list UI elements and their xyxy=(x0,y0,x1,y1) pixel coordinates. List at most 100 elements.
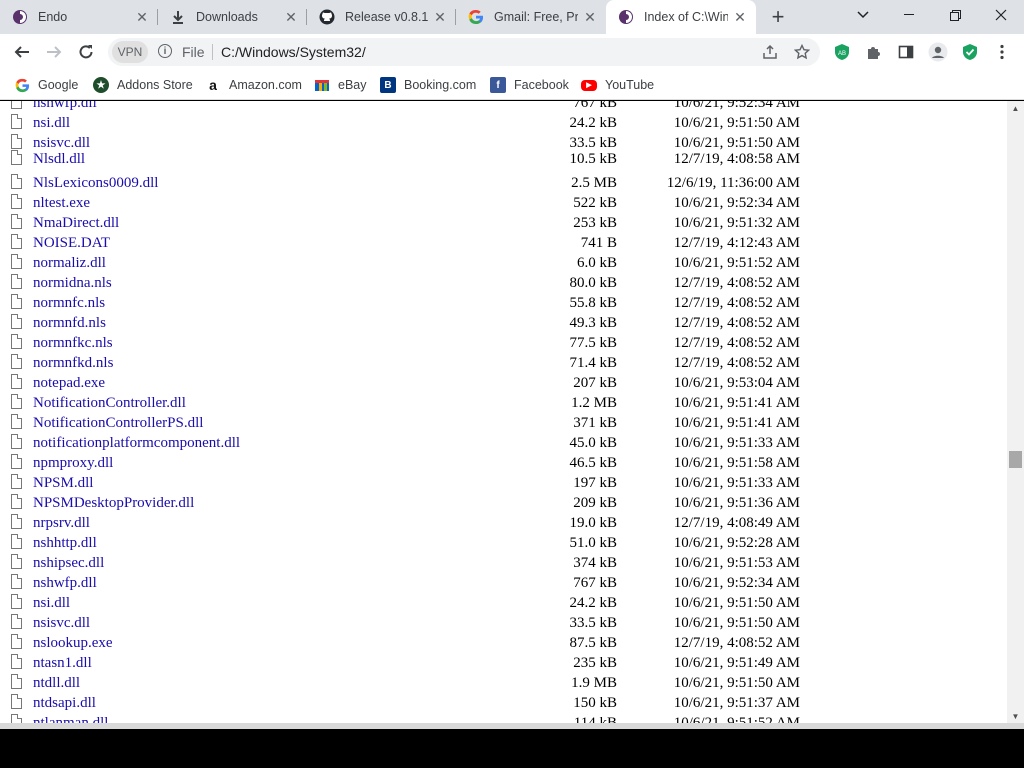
file-icon xyxy=(11,214,22,229)
forward-button[interactable] xyxy=(40,38,68,66)
file-name-link[interactable]: NOISE.DAT xyxy=(33,235,110,252)
file-name-link[interactable]: ntasn1.dll xyxy=(33,655,92,672)
file-size: 1.9 MB xyxy=(571,675,617,691)
bookmark-facebook[interactable]: f Facebook xyxy=(490,76,569,94)
file-icon xyxy=(11,714,22,723)
bookmark-addons-store[interactable]: ★ Addons Store xyxy=(93,76,193,94)
bookmark-youtube[interactable]: ▶ YouTube xyxy=(581,76,654,94)
star-icon[interactable] xyxy=(792,42,812,62)
file-name-link[interactable]: nsisvc.dll xyxy=(33,615,90,632)
file-name-link[interactable]: nshhttp.dll xyxy=(33,535,97,552)
close-window-button[interactable] xyxy=(978,0,1024,30)
file-name-link[interactable]: nltest.exe xyxy=(33,195,90,212)
file-icon xyxy=(11,194,22,209)
close-icon[interactable]: ✕ xyxy=(134,9,150,25)
table-row: normnfkd.nls 71.4 kB 12/7/19, 4:08:52 AM xyxy=(0,353,1007,373)
file-name-link[interactable]: ntdsapi.dll xyxy=(33,695,96,712)
file-size: 741 B xyxy=(580,235,617,251)
file-name-link[interactable]: nslookup.exe xyxy=(33,635,113,652)
puzzle-extensions-icon[interactable] xyxy=(864,42,884,62)
file-icon xyxy=(11,474,22,489)
bookmark-amazon[interactable]: a Amazon.com xyxy=(205,76,302,94)
table-row: NmaDirect.dll 253 kB 10/6/21, 9:51:32 AM xyxy=(0,213,1007,233)
scrollbar-thumb[interactable] xyxy=(1009,451,1022,468)
close-icon[interactable]: ✕ xyxy=(283,9,299,25)
file-name-link[interactable]: nsi.dll xyxy=(33,115,70,132)
tab-downloads[interactable]: Downloads ✕ xyxy=(158,0,307,34)
profile-avatar-icon[interactable] xyxy=(928,42,948,62)
download-icon xyxy=(170,9,186,25)
file-size: 374 kB xyxy=(573,555,617,571)
share-icon[interactable] xyxy=(760,42,780,62)
file-icon xyxy=(11,150,22,165)
file-name-link[interactable]: nsi.dll xyxy=(33,595,70,612)
vpn-button[interactable]: VPN xyxy=(112,41,148,63)
vertical-scrollbar[interactable]: ▲ ▼ xyxy=(1007,101,1024,723)
file-size: 371 kB xyxy=(573,415,617,431)
tab-index-of[interactable]: Index of C:\Win ✕ xyxy=(606,0,756,34)
tab-strip: Endo ✕ Downloads ✕ Release v0.8.1 · ✕ Gm… xyxy=(0,0,1024,34)
file-size: 49.3 kB xyxy=(569,315,617,331)
file-icon xyxy=(11,554,22,569)
file-name-link[interactable]: normnfkc.nls xyxy=(33,335,113,352)
file-name-link[interactable]: notificationplatformcomponent.dll xyxy=(33,435,240,452)
table-row: nltest.exe 522 kB 10/6/21, 9:52:34 AM xyxy=(0,193,1007,213)
reload-button[interactable] xyxy=(72,38,100,66)
file-date: 10/6/21, 9:53:04 AM xyxy=(673,375,800,391)
table-row: notificationplatformcomponent.dll 45.0 kB… xyxy=(0,433,1007,453)
back-button[interactable] xyxy=(8,38,36,66)
file-name-link[interactable]: npmproxy.dll xyxy=(33,455,113,472)
new-tab-button[interactable]: + xyxy=(766,4,790,29)
kebab-menu-icon[interactable] xyxy=(992,42,1012,62)
file-name-link[interactable]: nshipsec.dll xyxy=(33,555,104,572)
tab-search-button[interactable] xyxy=(840,0,886,30)
restore-button[interactable] xyxy=(932,0,978,30)
file-size: 150 kB xyxy=(573,695,617,711)
bookmark-ebay[interactable]: eBay xyxy=(314,76,367,94)
file-name-link[interactable]: notepad.exe xyxy=(33,375,105,392)
address-bar[interactable]: VPN i File C:/Windows/System32/ xyxy=(108,38,820,66)
minimize-button[interactable] xyxy=(886,0,932,30)
file-name-link[interactable]: Nlsdl.dll xyxy=(33,151,85,168)
table-row: ntdll.dll 1.9 MB 10/6/21, 9:51:50 AM xyxy=(0,673,1007,693)
tab-release[interactable]: Release v0.8.1 · ✕ xyxy=(307,0,456,34)
side-panel-icon[interactable] xyxy=(896,42,916,62)
file-name-link[interactable]: nrpsrv.dll xyxy=(33,515,90,532)
close-icon[interactable]: ✕ xyxy=(432,9,448,25)
file-icon xyxy=(11,534,22,549)
file-name-link[interactable]: nshwfp.dll xyxy=(33,101,97,112)
scroll-down-arrow-icon[interactable]: ▼ xyxy=(1007,709,1024,723)
close-icon[interactable]: ✕ xyxy=(732,9,748,25)
url-text[interactable]: C:/Windows/System32/ xyxy=(221,44,366,60)
file-name-link[interactable]: normnfkd.nls xyxy=(33,355,113,372)
file-icon xyxy=(11,434,22,449)
file-name-link[interactable]: normidna.nls xyxy=(33,275,112,292)
file-name-link[interactable]: nshwfp.dll xyxy=(33,575,97,592)
file-name-link[interactable]: NPSMDesktopProvider.dll xyxy=(33,495,194,512)
file-name-link[interactable]: ntdll.dll xyxy=(33,675,80,692)
file-name-link[interactable]: NotificationController.dll xyxy=(33,395,186,412)
table-row: nshwfp.dll 767 kB 10/6/21, 9:52:34 AM xyxy=(0,101,1007,113)
file-name-link[interactable]: NlsLexicons0009.dll xyxy=(33,175,158,192)
tab-endo[interactable]: Endo ✕ xyxy=(0,0,158,34)
file-name-link[interactable]: NmaDirect.dll xyxy=(33,215,119,232)
adblock-extension-icon[interactable]: AB xyxy=(832,42,852,62)
file-date: 12/7/19, 4:08:52 AM xyxy=(673,355,800,371)
bookmark-booking[interactable]: B Booking.com xyxy=(380,76,476,94)
info-icon[interactable]: i xyxy=(158,44,172,58)
tab-gmail[interactable]: Gmail: Free, Priv ✕ xyxy=(456,0,606,34)
minimize-icon xyxy=(904,14,914,15)
shield-check-icon[interactable] xyxy=(960,42,980,62)
close-icon[interactable]: ✕ xyxy=(582,9,598,25)
file-size: 1.2 MB xyxy=(571,395,617,411)
youtube-icon: ▶ xyxy=(581,79,597,91)
bookmark-google[interactable]: Google xyxy=(14,76,78,94)
file-name-link[interactable]: NPSM.dll xyxy=(33,475,93,492)
scroll-up-arrow-icon[interactable]: ▲ xyxy=(1007,101,1024,115)
file-name-link[interactable]: ntlanman.dll xyxy=(33,715,108,723)
file-name-link[interactable]: normnfd.nls xyxy=(33,315,106,332)
file-name-link[interactable]: normnfc.nls xyxy=(33,295,105,312)
file-date: 12/7/19, 4:12:43 AM xyxy=(673,235,800,251)
file-name-link[interactable]: NotificationControllerPS.dll xyxy=(33,415,203,432)
file-name-link[interactable]: normaliz.dll xyxy=(33,255,106,272)
